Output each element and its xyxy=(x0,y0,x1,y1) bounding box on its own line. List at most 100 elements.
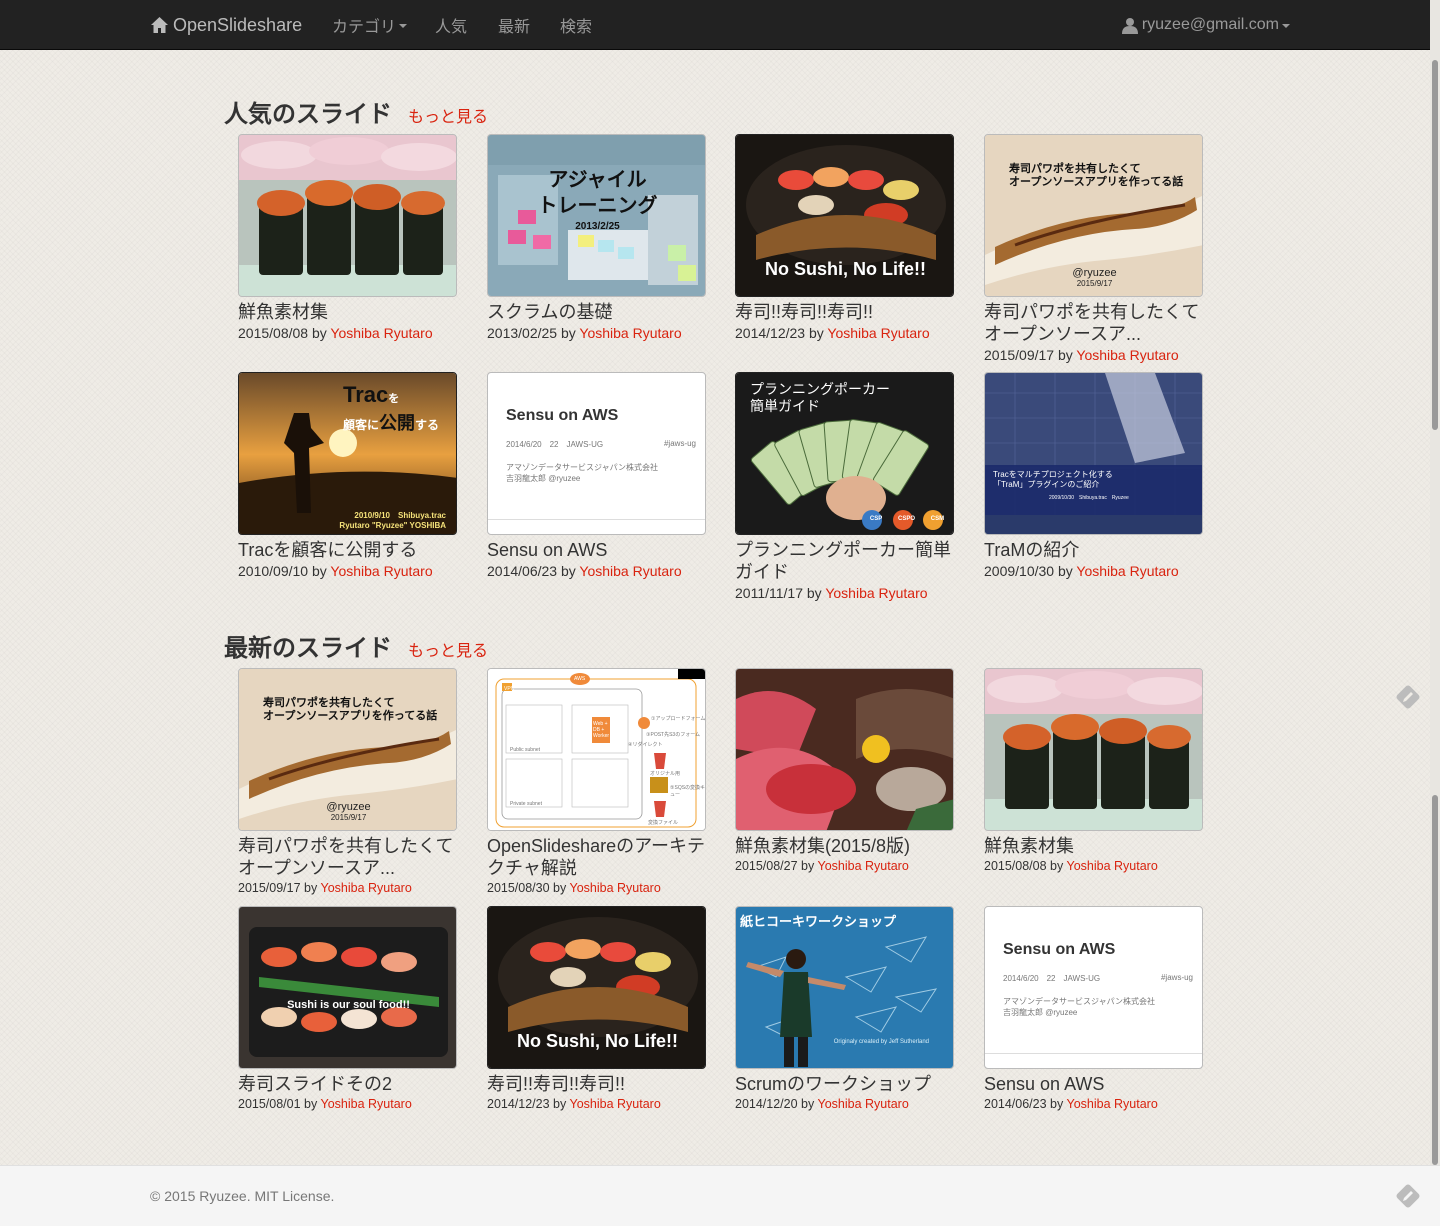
slide-author-link[interactable]: Yoshiba Ryutaro xyxy=(579,325,681,341)
nav-category-dropdown[interactable]: カテゴリ xyxy=(332,0,408,50)
slide-thumbnail-overlay: Originaly created by Jeff Sutherland xyxy=(833,1039,929,1045)
slide-author-link[interactable]: Yoshiba Ryutaro xyxy=(321,881,412,895)
slide-title[interactable]: 寿司パワポを共有したくてオープンソースア... xyxy=(238,835,457,879)
slide-thumbnail[interactable]: 寿司パワポを共有したくて オープンソースアプリを作ってる話 @ryuzee 20… xyxy=(984,134,1203,297)
overlay-line: 変換ファイル xyxy=(648,820,679,826)
scrollbar-thumb[interactable] xyxy=(1432,795,1438,1165)
slide-by: by xyxy=(560,325,576,341)
slide-date: 2015/08/08 xyxy=(984,859,1047,873)
slide-title[interactable]: 鮮魚素材集 xyxy=(984,835,1203,857)
slide-card: Tracを 顧客に公開する 2010/9/10 Shibuya.trac Ryu… xyxy=(238,372,457,579)
nav-popular[interactable]: 人気 xyxy=(435,0,467,50)
slide-author-link[interactable]: Yoshiba Ryutaro xyxy=(827,325,929,341)
slide-thumbnail[interactable]: No Sushi, No Life!! xyxy=(735,134,954,297)
slide-title[interactable]: 寿司スライドその2 xyxy=(238,1073,457,1095)
feedback-icon[interactable] xyxy=(1395,684,1421,710)
slide-thumbnail[interactable]: No Sushi, No Life!! xyxy=(487,906,706,1069)
slide-by: by xyxy=(808,325,824,341)
slide-thumbnail-overlay: 寿司パワポを共有したくて オープンソースアプリを作ってる話 xyxy=(1009,163,1183,189)
slide-meta: 2013/02/25 by Yoshiba Ryutaro xyxy=(487,325,706,341)
slide-author-link[interactable]: Yoshiba Ryutaro xyxy=(818,1097,909,1111)
popular-more-link[interactable]: もっと見る xyxy=(408,103,488,127)
slide-author-link[interactable]: Yoshiba Ryutaro xyxy=(321,1097,412,1111)
overlay-line: アマゾンデータサービスジャパン株式会社 xyxy=(506,463,658,472)
slide-author-link[interactable]: Yoshiba Ryutaro xyxy=(570,881,661,895)
slide-author-link[interactable]: Yoshiba Ryutaro xyxy=(330,325,432,341)
slide-author-link[interactable]: Yoshiba Ryutaro xyxy=(330,563,432,579)
feedback-icon[interactable] xyxy=(1395,1183,1421,1209)
slide-meta: 2015/08/27 by Yoshiba Ryutaro xyxy=(735,859,954,873)
brand-link[interactable]: OpenSlideshare xyxy=(150,0,302,50)
caret-down-icon xyxy=(399,24,408,28)
slide-title[interactable]: 寿司パワポを共有したくてオープンソースア... xyxy=(984,301,1203,345)
slide-thumbnail[interactable]: Sensu on AWS 2014/6/20 22 JAWS-UG #jaws-… xyxy=(984,906,1203,1069)
overlay-line: AWS xyxy=(574,676,586,682)
footer: © 2015 Ryuzee. MIT License. xyxy=(0,1165,1440,1226)
slide-author-link[interactable]: Yoshiba Ryutaro xyxy=(570,1097,661,1111)
slide-thumbnail[interactable]: AWS VPC Web + DB + Worker ①アップロードフォーム ③P… xyxy=(487,668,706,831)
slide-thumbnail[interactable]: 紙ヒコーキワークショップ Originaly created by Jeff S… xyxy=(735,906,954,1069)
nav-latest[interactable]: 最新 xyxy=(498,0,530,50)
slide-thumbnail[interactable]: Tracを 顧客に公開する 2010/9/10 Shibuya.trac Ryu… xyxy=(238,372,457,535)
slide-title[interactable]: 鮮魚素材集 xyxy=(238,301,457,323)
slide-date: 2010/09/10 xyxy=(238,563,309,579)
slide-author-link[interactable]: Yoshiba Ryutaro xyxy=(825,585,927,601)
user-menu-dropdown[interactable]: ryuzee@gmail.com xyxy=(1121,0,1290,50)
overlay-line: 「TraM」プラグインのご紹介 xyxy=(993,480,1100,489)
overlay-line: CSP xyxy=(869,516,883,522)
overlay-line: ④リダイレクト xyxy=(628,742,663,748)
nav-search-label: 検索 xyxy=(560,19,593,36)
slide-thumbnail-overlay: アジャイル トレーニング 2013/2/25 xyxy=(488,167,705,235)
slide-thumbnail[interactable]: 寿司パワポを共有したくて オープンソースアプリを作ってる話 @ryuzee 20… xyxy=(238,668,457,831)
slide-thumbnail[interactable] xyxy=(984,668,1203,831)
slide-by: by xyxy=(801,1097,815,1111)
slide-title[interactable]: Tracを顧客に公開する xyxy=(238,539,457,561)
slide-thumbnail[interactable]: Sensu on AWS 2014/6/20 22 JAWS-UG #jaws-… xyxy=(487,372,706,535)
slide-author-link[interactable]: Yoshiba Ryutaro xyxy=(1076,563,1178,579)
overlay-line: 顧客に xyxy=(343,418,380,432)
overlay-line: 2013/2/25 xyxy=(575,221,620,232)
slide-title[interactable]: スクラムの基礎 xyxy=(487,301,706,323)
nav-popular-label: 人気 xyxy=(435,19,468,36)
slide-thumbnail[interactable] xyxy=(735,668,954,831)
slide-date: 2015/08/27 xyxy=(735,859,798,873)
slide-date: 2014/12/23 xyxy=(487,1097,550,1111)
slide-title[interactable]: Sensu on AWS xyxy=(984,1073,1203,1095)
scrollbar-thumb[interactable] xyxy=(1432,60,1438,430)
slide-title[interactable]: 寿司!!寿司!!寿司!! xyxy=(487,1073,706,1095)
scrollbar[interactable] xyxy=(1430,0,1440,1165)
overlay-line: ③POST先S3のフォーム xyxy=(646,732,701,738)
thumbnail-divider xyxy=(488,519,705,520)
overlay-line: Web + DB + Worker xyxy=(593,721,610,739)
slide-author-link[interactable]: Yoshiba Ryutaro xyxy=(579,563,681,579)
slide-by: by xyxy=(1057,347,1073,363)
slide-title[interactable]: Sensu on AWS xyxy=(487,539,706,561)
slide-author-link[interactable]: Yoshiba Ryutaro xyxy=(1067,1097,1158,1111)
slide-thumbnail[interactable]: プランニングポーカー 簡単ガイド CSP CSPO CSM xyxy=(735,372,954,535)
slide-meta: 2015/08/08 by Yoshiba Ryutaro xyxy=(984,859,1203,873)
slide-thumbnail[interactable] xyxy=(238,134,457,297)
slide-title[interactable]: 鮮魚素材集(2015/8版) xyxy=(735,835,954,857)
slide-thumbnail[interactable]: アジャイル トレーニング 2013/2/25 xyxy=(487,134,706,297)
overlay-row: 2014/6/20 22 JAWS-UG #jaws-ug xyxy=(1003,973,1193,984)
slide-meta: 2011/11/17 by Yoshiba Ryutaro xyxy=(735,585,954,601)
slide-title[interactable]: 寿司!!寿司!!寿司!! xyxy=(735,301,954,323)
slide-by: by xyxy=(806,585,822,601)
home-icon xyxy=(151,17,168,33)
slide-thumbnail[interactable]: Sushi is our soul food!! xyxy=(238,906,457,1069)
slide-title[interactable]: OpenSlideshareのアーキテクチャ解説 xyxy=(487,835,706,879)
overlay-line: 2014/6/20 22 JAWS-UG xyxy=(506,440,604,449)
latest-more-link[interactable]: もっと見る xyxy=(408,637,488,661)
slide-thumbnail[interactable]: Tracをマルチプロジェクト化する 「TraM」プラグインのご紹介 2009/1… xyxy=(984,372,1203,535)
slide-title[interactable]: プランニングポーカー簡単ガイド xyxy=(735,539,954,583)
slide-author-link[interactable]: Yoshiba Ryutaro xyxy=(818,859,909,873)
slide-author-link[interactable]: Yoshiba Ryutaro xyxy=(1076,347,1178,363)
slide-date: 2011/11/17 xyxy=(735,585,803,601)
slide-author-link[interactable]: Yoshiba Ryutaro xyxy=(1067,859,1158,873)
nav-search[interactable]: 検索 xyxy=(560,0,592,50)
slide-meta: 2014/12/23 by Yoshiba Ryutaro xyxy=(487,1097,706,1111)
overlay-line: 2010/9/10 Shibuya.trac xyxy=(354,511,446,520)
overlay-line: @ryuzee xyxy=(1072,267,1117,279)
slide-title[interactable]: TraMの紹介 xyxy=(984,539,1203,561)
slide-title[interactable]: Scrumのワークショップ xyxy=(735,1073,954,1095)
